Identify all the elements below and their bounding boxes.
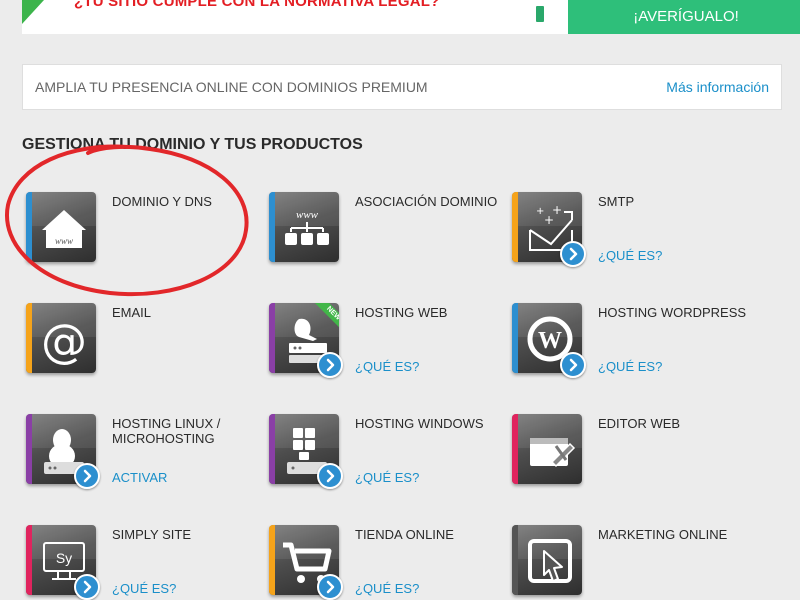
product-tile[interactable] xyxy=(512,414,582,484)
svg-text:+: + xyxy=(552,203,562,217)
product-action-link[interactable]: ¿QUÉ ES? xyxy=(598,359,662,374)
at-sign-icon: @ xyxy=(41,314,87,367)
tile-stripe xyxy=(512,525,518,595)
chevron-right-icon[interactable] xyxy=(317,463,343,489)
tile-stripe xyxy=(512,303,518,373)
tile-stripe xyxy=(26,192,32,262)
legal-banner: ¿TU SITIO CUMPLE CON LA NORMATIVA LEGAL?… xyxy=(22,0,800,34)
product-name[interactable]: HOSTING WINDOWS xyxy=(355,416,505,431)
chevron-right-icon[interactable] xyxy=(560,352,586,378)
product-card[interactable]: TIENDA ONLINE ¿QUÉ ES? xyxy=(265,519,505,600)
tile-stripe xyxy=(269,303,275,373)
product-action-link[interactable]: ¿QUÉ ES? xyxy=(355,581,419,596)
marketing-cursor-icon xyxy=(528,539,572,583)
product-action-link[interactable]: ¿QUÉ ES? xyxy=(112,581,176,596)
svg-text:+: + xyxy=(536,206,544,217)
product-name[interactable]: ASOCIACIÓN DOMINIO xyxy=(355,194,505,209)
tile-stripe xyxy=(26,414,32,484)
product-card[interactable]: HOSTING LINUX / MICROHOSTING ACTIVAR xyxy=(22,408,262,498)
product-name[interactable]: MARKETING ONLINE xyxy=(598,527,748,542)
premium-domains-strip: AMPLIA TU PRESENCIA ONLINE CON DOMINIOS … xyxy=(22,64,782,110)
product-name[interactable]: SIMPLY SITE xyxy=(112,527,262,542)
chevron-right-icon[interactable] xyxy=(317,352,343,378)
svg-text:W: W xyxy=(538,328,562,354)
chevron-right-icon[interactable] xyxy=(560,241,586,267)
product-action-link[interactable]: ¿QUÉ ES? xyxy=(355,359,419,374)
product-name[interactable]: SMTP xyxy=(598,194,748,209)
product-action-link[interactable]: ACTIVAR xyxy=(112,470,167,485)
banner-headline: ¿TU SITIO CUMPLE CON LA NORMATIVA LEGAL? xyxy=(74,0,440,10)
chevron-right-icon[interactable] xyxy=(317,574,343,600)
product-tile[interactable]: www xyxy=(26,192,96,262)
product-name[interactable]: HOSTING WEB xyxy=(355,305,505,320)
product-action-link[interactable]: ¿QUÉ ES? xyxy=(598,248,662,263)
product-name[interactable]: TIENDA ONLINE xyxy=(355,527,505,542)
product-card[interactable]: Sy SIMPLY SITE ¿QUÉ ES? xyxy=(22,519,262,600)
tile-stripe xyxy=(512,414,518,484)
tile-stripe xyxy=(512,192,518,262)
tile-stripe xyxy=(269,192,275,262)
check-compliance-button[interactable]: ¡AVERÍGUALO! xyxy=(568,0,800,34)
premium-domains-text: AMPLIA TU PRESENCIA ONLINE CON DOMINIOS … xyxy=(35,79,428,95)
domain-association-icon: www xyxy=(285,209,329,245)
product-name[interactable]: HOSTING LINUX / MICROHOSTING xyxy=(112,416,262,446)
product-action-link[interactable]: ¿QUÉ ES? xyxy=(355,470,419,485)
product-name[interactable]: EMAIL xyxy=(112,305,262,320)
banner-corner-tag xyxy=(22,0,44,24)
product-card[interactable]: www ASOCIACIÓN DOMINIO xyxy=(265,186,505,276)
new-badge: NEW xyxy=(309,303,339,333)
product-tile[interactable]: www xyxy=(269,192,339,262)
product-card[interactable]: www DOMINIO Y DNS xyxy=(22,186,262,276)
product-card[interactable]: MARKETING ONLINE xyxy=(508,519,748,600)
product-card[interactable]: HOSTING WINDOWS ¿QUÉ ES? xyxy=(265,408,505,498)
chevron-right-icon[interactable] xyxy=(74,574,100,600)
product-card[interactable]: EDITOR WEB xyxy=(508,408,748,498)
tile-stripe xyxy=(26,303,32,373)
product-card[interactable]: @ EMAIL xyxy=(22,297,262,387)
product-card[interactable]: + + + SMTP ¿QUÉ ES? xyxy=(508,186,748,276)
product-tile[interactable]: @ xyxy=(26,303,96,373)
web-editor-icon xyxy=(530,438,576,468)
section-title: GESTIONA TU DOMINIO Y TUS PRODUCTOS xyxy=(22,136,363,153)
more-info-link[interactable]: Más información xyxy=(666,79,769,95)
product-name[interactable]: DOMINIO Y DNS xyxy=(112,194,262,209)
product-card[interactable]: NEW HOSTING WEB ¿QUÉ ES? xyxy=(265,297,505,387)
svg-text:Sy: Sy xyxy=(56,550,72,566)
chevron-right-icon[interactable] xyxy=(74,463,100,489)
svg-text:@: @ xyxy=(41,314,87,367)
product-name[interactable]: HOSTING WORDPRESS xyxy=(598,305,748,320)
product-card[interactable]: W HOSTING WORDPRESS ¿QUÉ ES? xyxy=(508,297,748,387)
home-www-icon: www xyxy=(42,210,86,248)
banner-mark-icon xyxy=(536,6,544,22)
product-tile[interactable] xyxy=(512,525,582,595)
svg-text:www: www xyxy=(55,236,73,246)
tile-stripe xyxy=(26,525,32,595)
svg-text:www: www xyxy=(296,209,319,221)
tile-stripe xyxy=(269,414,275,484)
product-name[interactable]: EDITOR WEB xyxy=(598,416,748,431)
tile-stripe xyxy=(269,525,275,595)
